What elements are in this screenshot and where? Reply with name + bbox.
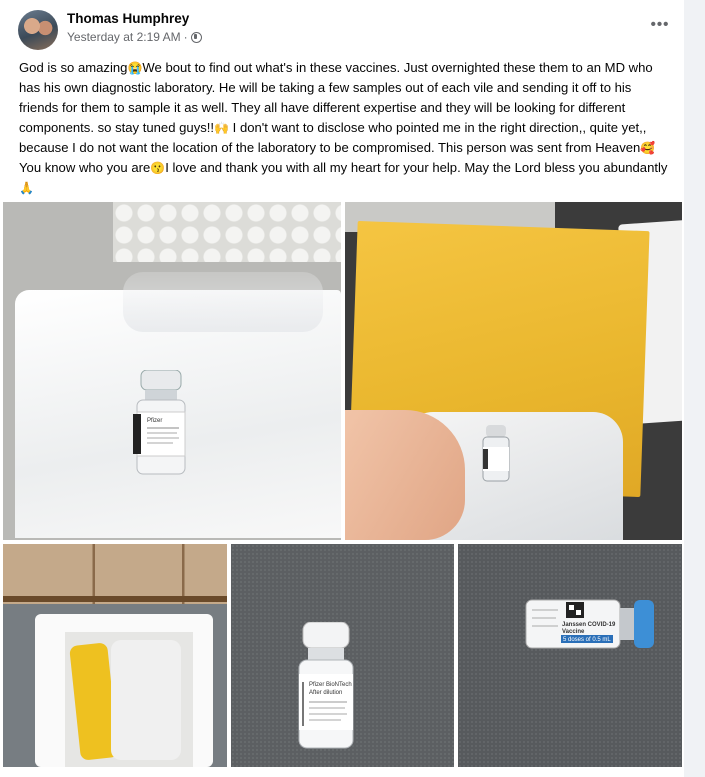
raised-hands-emoji-icon: 🙌 [214,121,230,135]
post-body: God is so amazing😭We bout to find out wh… [19,58,671,198]
ceiling [3,544,227,604]
vial-label: Pfizer [147,418,162,424]
timestamp[interactable]: Yesterday at 2:19 AM [67,30,181,44]
photo-bubble-bag[interactable]: Pfizer [3,202,341,540]
post-text-1: God is so amazing [19,60,128,75]
janssen-label-title: Janssen COVID-19 [562,622,616,628]
plastic-bag [123,272,323,332]
post-meta: Yesterday at 2:19 AM · [67,30,202,44]
vial-image: Pfizer [133,370,186,475]
vial-image: Janssen COVID-19 Vaccine 5 doses of 0.5 … [525,599,654,649]
kissing-emoji-icon: 😗 [150,161,166,175]
hand [345,410,465,540]
globe-icon[interactable] [190,31,202,43]
photo-foam-box[interactable] [3,544,227,767]
author-name[interactable]: Thomas Humphrey [67,11,189,26]
photo-envelope[interactable] [345,202,682,540]
bubble-wrap [111,640,181,760]
photo-janssen-vial[interactable]: Janssen COVID-19 Vaccine 5 doses of 0.5 … [458,544,682,767]
vial-label: Pfizer BioNTech [309,682,352,688]
janssen-label-doses: 5 doses of 0.5 mL [563,637,611,643]
post-text-5: I love and thank you with all my heart f… [165,160,668,175]
more-horizontal-icon[interactable]: ••• [648,16,672,36]
janssen-label-vaccine: Vaccine [562,629,585,635]
vial-label-dilution: After dilution [309,690,342,696]
post-card: Thomas Humphrey Yesterday at 2:19 AM · •… [0,0,684,777]
meta-separator: · [183,30,188,44]
vial-image [482,425,510,482]
post-header: Thomas Humphrey Yesterday at 2:19 AM · •… [18,10,668,52]
wood-trim [3,596,227,602]
photo-pfizer-vial[interactable]: Pfizer BioNTech After dilution [231,544,454,767]
smiling-hearts-emoji-icon: 🥰 [640,141,656,155]
vial-image: Pfizer BioNTech After dilution [298,622,354,749]
post-text-4: You know who you are [19,160,151,175]
bubble-wrap [113,202,341,262]
crying-emoji-icon: 😭 [127,61,143,75]
avatar[interactable] [18,10,58,50]
praying-hands-emoji-icon: 🙏 [19,181,34,195]
